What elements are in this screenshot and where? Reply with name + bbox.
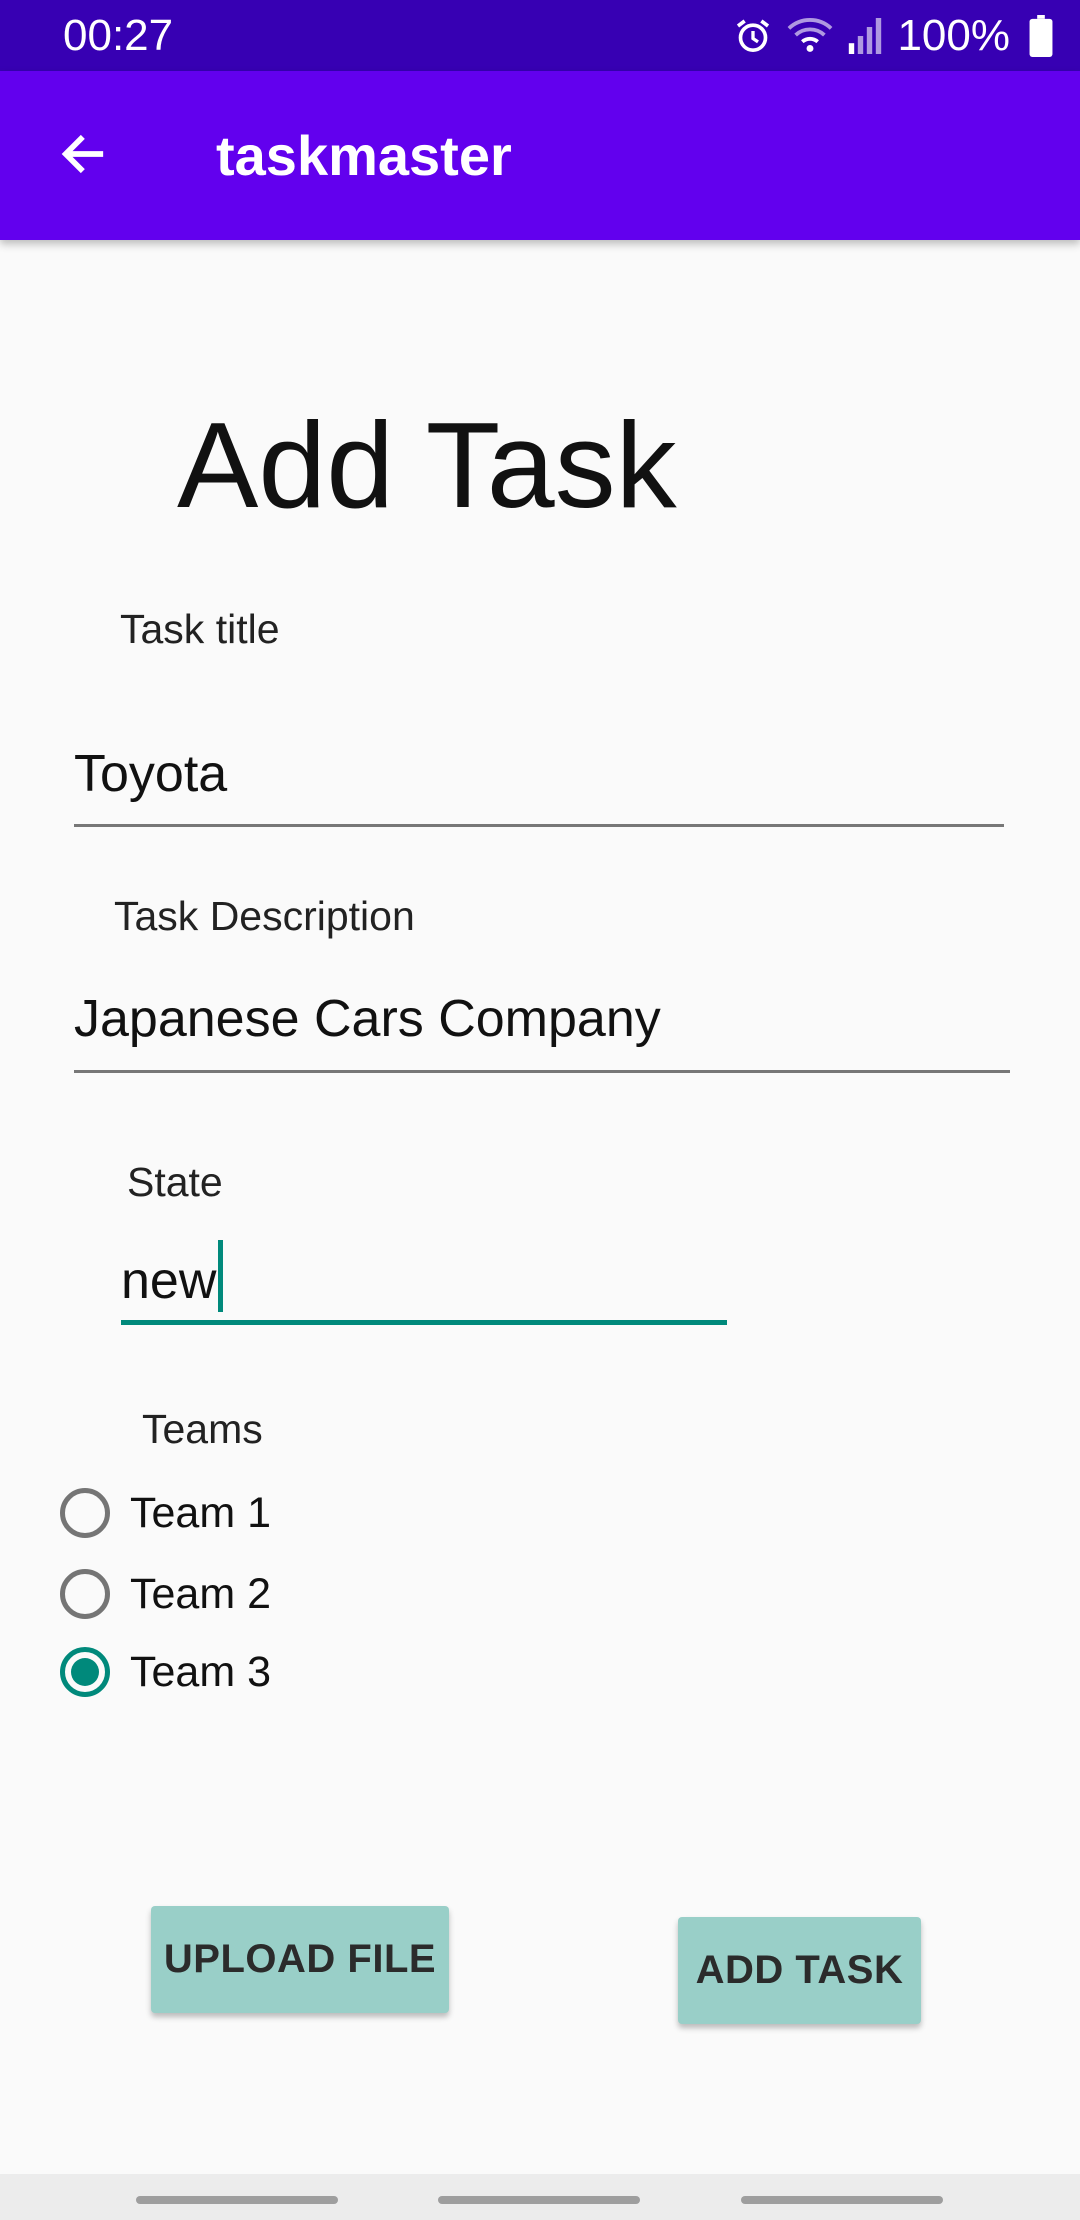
status-icons: 100% <box>733 10 1054 62</box>
task-title-input[interactable]: Toyota <box>74 742 1004 827</box>
nav-handle-right[interactable] <box>741 2196 943 2204</box>
nav-handle-center[interactable] <box>438 2196 640 2204</box>
radio-team-2-label: Team 2 <box>130 1569 272 1618</box>
navigation-bar <box>0 2174 1080 2220</box>
add-task-button[interactable]: ADD TASK <box>678 1917 921 2024</box>
radio-team-3[interactable]: Team 3 <box>60 1640 271 1704</box>
task-description-value: Japanese Cars Company <box>74 990 661 1048</box>
state-value: new <box>121 1252 217 1310</box>
app-title: taskmaster <box>216 124 512 187</box>
task-description-input[interactable]: Japanese Cars Company <box>74 987 1010 1073</box>
back-arrow-icon <box>57 128 109 185</box>
task-title-label: Task title <box>120 606 280 652</box>
radio-team-3-label: Team 3 <box>130 1647 272 1696</box>
signal-icon <box>847 16 883 56</box>
teams-label: Teams <box>142 1406 263 1452</box>
radio-button-checked-icon <box>60 1647 110 1697</box>
page-title: Add Task <box>177 397 677 533</box>
radio-button-icon <box>60 1569 110 1619</box>
state-label: State <box>127 1159 223 1205</box>
text-cursor <box>218 1240 224 1312</box>
radio-team-1-label: Team 1 <box>130 1488 272 1537</box>
radio-team-1[interactable]: Team 1 <box>60 1481 271 1545</box>
radio-team-2[interactable]: Team 2 <box>60 1562 271 1626</box>
state-input[interactable]: new <box>121 1240 727 1325</box>
alarm-icon <box>733 16 773 56</box>
battery-icon <box>1028 15 1054 57</box>
radio-button-icon <box>60 1488 110 1538</box>
wifi-icon <box>787 16 833 56</box>
back-button[interactable] <box>50 123 116 189</box>
upload-file-button[interactable]: UPLOAD FILE <box>151 1906 449 2013</box>
task-description-label: Task Description <box>114 893 415 939</box>
nav-handle-left[interactable] <box>136 2196 338 2204</box>
status-bar: 00:27 100% <box>0 0 1080 71</box>
status-time: 00:27 <box>63 11 174 60</box>
task-title-value: Toyota <box>74 745 228 803</box>
app-bar: taskmaster <box>0 71 1080 240</box>
battery-percent: 100% <box>897 11 1010 60</box>
